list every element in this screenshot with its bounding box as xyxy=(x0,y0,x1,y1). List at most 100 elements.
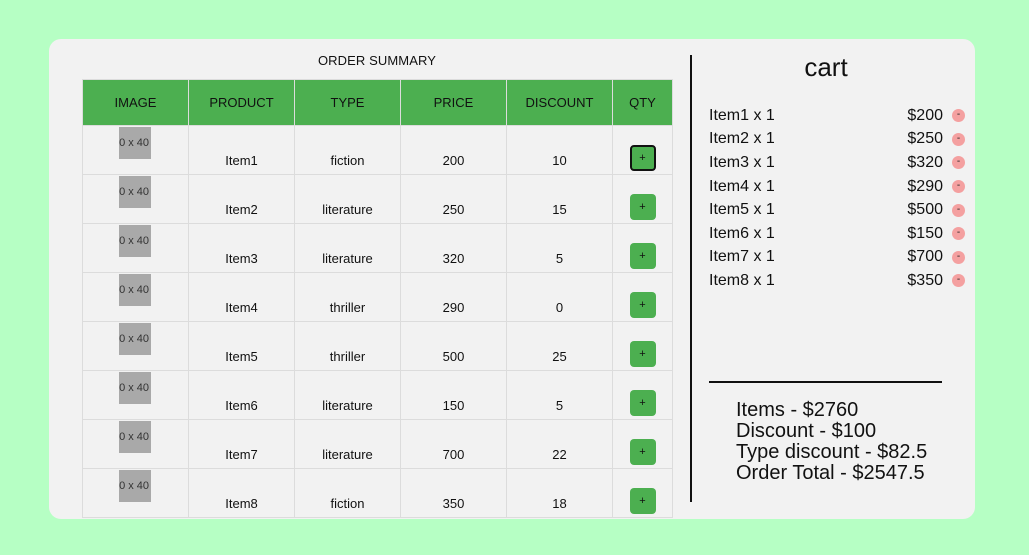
product-cell: Item5 xyxy=(188,321,295,371)
product-cell: Item6 xyxy=(188,370,295,420)
remove-item-button[interactable]: - xyxy=(952,227,965,241)
cart-item-label: Item1 x 1 xyxy=(709,106,775,124)
add-to-cart-button[interactable]: + xyxy=(629,243,656,269)
remove-item-button[interactable]: - xyxy=(952,109,965,123)
placeholder-text: 40 x 40 xyxy=(119,186,150,198)
image-cell: 40 x 40 xyxy=(82,223,189,273)
image-cell: 40 x 40 xyxy=(82,370,189,420)
price-cell: 200 xyxy=(400,125,507,175)
type-cell: fiction xyxy=(294,468,401,518)
cart-item-price: $350 xyxy=(907,271,943,289)
order-table: IMAGE PRODUCT TYPE PRICE DISCOUNT QTY 40… xyxy=(82,79,673,518)
price-cell: 500 xyxy=(400,321,507,371)
image-cell: 40 x 40 xyxy=(82,174,189,224)
product-cell: Item2 xyxy=(188,174,295,224)
cart-item: Item7 x 1 $700 - xyxy=(709,246,965,270)
image-cell: 40 x 40 xyxy=(82,272,189,322)
placeholder-text: 40 x 40 xyxy=(119,431,150,443)
table-row: 40 x 40 Item6 literature 150 5 + xyxy=(82,370,673,420)
placeholder-text: 40 x 40 xyxy=(119,382,150,394)
remove-item-button[interactable]: - xyxy=(952,156,965,170)
discount-cell: 10 xyxy=(506,125,613,175)
qty-cell: + xyxy=(612,468,673,518)
add-to-cart-button[interactable]: + xyxy=(629,194,656,220)
table-header-row: IMAGE PRODUCT TYPE PRICE DISCOUNT QTY xyxy=(82,79,673,126)
remove-item-button[interactable]: - xyxy=(952,180,965,194)
price-cell: 350 xyxy=(400,468,507,518)
product-image-placeholder: 40 x 40 xyxy=(119,274,151,306)
table-row: 40 x 40 Item7 literature 700 22 + xyxy=(82,419,673,469)
product-cell: Item1 xyxy=(188,125,295,175)
add-to-cart-button[interactable]: + xyxy=(629,145,656,171)
qty-cell: + xyxy=(612,125,673,175)
price-cell: 290 xyxy=(400,272,507,322)
discount-cell: 0 xyxy=(506,272,613,322)
image-cell: 40 x 40 xyxy=(82,321,189,371)
cart-item: Item6 x 1 $150 - xyxy=(709,222,965,246)
price-cell: 320 xyxy=(400,223,507,273)
qty-cell: + xyxy=(612,223,673,273)
add-to-cart-button[interactable]: + xyxy=(629,292,656,318)
placeholder-text: 40 x 40 xyxy=(119,137,150,149)
product-image-placeholder: 40 x 40 xyxy=(119,127,151,159)
price-cell: 700 xyxy=(400,419,507,469)
cart-item-label: Item3 x 1 xyxy=(709,153,775,171)
cart-item-price: $150 xyxy=(907,224,943,242)
discount-cell: 5 xyxy=(506,223,613,273)
price-cell: 250 xyxy=(400,174,507,224)
vertical-divider xyxy=(690,55,692,502)
placeholder-text: 40 x 40 xyxy=(119,480,150,492)
price-cell: 150 xyxy=(400,370,507,420)
cart-item-label: Item7 x 1 xyxy=(709,248,775,266)
image-cell: 40 x 40 xyxy=(82,468,189,518)
type-cell: fiction xyxy=(294,125,401,175)
image-cell: 40 x 40 xyxy=(82,419,189,469)
cart-item-price: $290 xyxy=(907,177,943,195)
type-cell: literature xyxy=(294,223,401,273)
product-image-placeholder: 40 x 40 xyxy=(119,372,151,404)
remove-item-button[interactable]: - xyxy=(952,203,965,217)
cart-item: Item8 x 1 $350 - xyxy=(709,269,965,293)
cart-item-label: Item6 x 1 xyxy=(709,224,775,242)
cart-item-price: $700 xyxy=(907,248,943,266)
add-to-cart-button[interactable]: + xyxy=(629,341,656,367)
remove-item-button[interactable]: - xyxy=(952,274,965,288)
order-total: Order Total - $2547.5 xyxy=(736,462,925,484)
column-header-discount: DISCOUNT xyxy=(506,79,613,126)
discount-cell: 22 xyxy=(506,419,613,469)
add-to-cart-button[interactable]: + xyxy=(629,439,656,465)
remove-item-button[interactable]: - xyxy=(952,132,965,146)
product-cell: Item8 xyxy=(188,468,295,518)
cart-item: Item5 x 1 $500 - xyxy=(709,198,965,222)
discount-total: Discount - $100 xyxy=(736,420,877,442)
table-row: 40 x 40 Item2 literature 250 15 + xyxy=(82,174,673,224)
column-header-qty: QTY xyxy=(612,79,673,126)
discount-cell: 25 xyxy=(506,321,613,371)
type-discount-total: Type discount - $82.5 xyxy=(736,441,928,463)
add-to-cart-button[interactable]: + xyxy=(629,390,656,416)
cart-item-label: Item2 x 1 xyxy=(709,130,775,148)
placeholder-text: 40 x 40 xyxy=(119,235,150,247)
qty-cell: + xyxy=(612,370,673,420)
type-cell: thriller xyxy=(294,272,401,322)
remove-item-button[interactable]: - xyxy=(952,250,965,264)
cart-item-price: $200 xyxy=(907,106,943,124)
discount-cell: 18 xyxy=(506,468,613,518)
totals-block: Items - $2760 Discount - $100 Type disco… xyxy=(736,400,927,484)
cart-item-label: Item4 x 1 xyxy=(709,177,775,195)
cart-item: Item2 x 1 $250 - xyxy=(709,128,965,152)
type-cell: literature xyxy=(294,370,401,420)
image-cell: 40 x 40 xyxy=(82,125,189,175)
column-header-price: PRICE xyxy=(400,79,507,126)
product-cell: Item3 xyxy=(188,223,295,273)
column-header-product: PRODUCT xyxy=(188,79,295,126)
type-cell: literature xyxy=(294,174,401,224)
add-to-cart-button[interactable]: + xyxy=(629,488,656,514)
table-row: 40 x 40 Item8 fiction 350 18 + xyxy=(82,468,673,518)
column-header-type: TYPE xyxy=(294,79,401,126)
qty-cell: + xyxy=(612,174,673,224)
cart-list: Item1 x 1 $200 - Item2 x 1 $250 - Item3 … xyxy=(709,104,965,293)
qty-cell: + xyxy=(612,321,673,371)
product-image-placeholder: 40 x 40 xyxy=(119,323,151,355)
product-image-placeholder: 40 x 40 xyxy=(119,176,151,208)
